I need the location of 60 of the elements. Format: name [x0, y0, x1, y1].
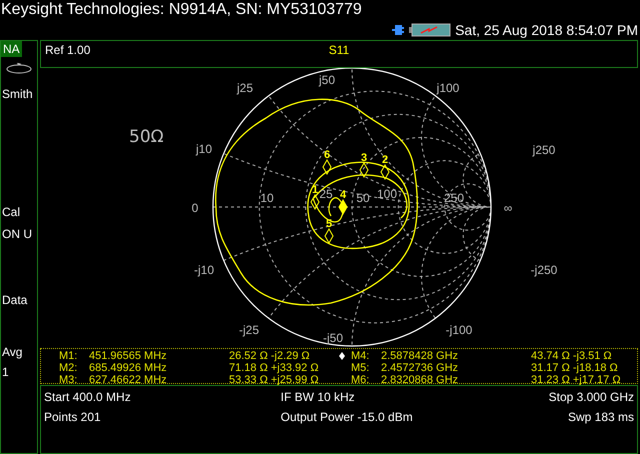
marker-frequency: 2.4572736 GHz — [381, 362, 460, 374]
marker-name: M6: — [351, 374, 370, 386]
sidebar-label: Cal — [1, 204, 22, 221]
reactance-label: -j100 — [446, 322, 472, 337]
marker-frequency: 627.46622 MHz — [89, 374, 168, 386]
reference-label: Ref 1.00 — [45, 43, 90, 57]
reactance-label: -j10 — [194, 262, 214, 277]
reactance-label: j25 — [237, 80, 253, 95]
sidebar-label: Data — [1, 292, 28, 309]
marker-impedance: 31.23 Ω +j17.17 Ω — [530, 374, 622, 386]
marker-number: 6 — [324, 148, 330, 161]
reactance-label: j250 — [532, 142, 556, 157]
reactance-label: j10 — [196, 142, 212, 156]
marker-number: 2 — [382, 154, 388, 166]
if-bandwidth: IF BW 10 kHz — [280, 390, 355, 406]
marker-impedance: 26.52 Ω -j2.29 Ω — [228, 350, 311, 362]
marker-impedance: 43.74 Ω -j3.51 Ω — [530, 350, 613, 362]
marker-name: M5: — [351, 362, 370, 374]
output-power: Output Power -15.0 dBm — [280, 410, 413, 426]
marker-frequency: 685.49926 MHz — [89, 362, 168, 374]
marker-number: 3 — [360, 152, 368, 164]
marker-name: M4: — [351, 350, 370, 362]
marker-frequency: 451.96565 MHz — [89, 350, 168, 362]
window-title: Keysight Technologies: N9914A, SN: MY53103779 — [0, 0, 363, 20]
resistance-label: 0 — [192, 200, 198, 215]
sweep-time: Swp 183 ms — [568, 410, 634, 426]
resistance-label: 50 — [356, 190, 370, 205]
reactance-label: j50 — [319, 72, 335, 87]
reactance-label: -j50 — [323, 330, 343, 345]
reactance-label: -j25 — [239, 322, 259, 337]
sidebar-label: Avg — [1, 344, 24, 361]
sidebar-label: 1 — [1, 364, 10, 381]
sidebar-label: ON U — [1, 226, 33, 243]
points-count: Points 201 — [44, 410, 101, 426]
reactance-label: -j250 — [530, 262, 558, 277]
marker-number: 4 — [340, 188, 346, 201]
marker-impedance: 31.17 Ω -j18.18 Ω — [530, 362, 619, 374]
marker-impedance: 53.33 Ω +j25.99 Ω — [228, 374, 320, 386]
date-time: Sat, 25 Aug 2018 8:54:07 PM — [455, 22, 638, 38]
battery-icon — [409, 23, 452, 37]
power-plug-icon — [391, 23, 406, 37]
sidebar-label: Smith — [1, 86, 34, 103]
resistance-label: 100 — [376, 186, 398, 201]
marker-name: M3: — [59, 374, 78, 386]
marker-frequency: 2.8320868 GHz — [381, 374, 460, 386]
marker-name: M1: — [59, 350, 78, 362]
start-frequency: Start 400.0 MHz — [44, 390, 131, 406]
resistance-label: ∞ — [504, 200, 512, 215]
marker-frequency: 2.5878428 GHz — [381, 350, 460, 362]
resistance-label: 25 — [319, 186, 333, 201]
marker-impedance: 71.18 Ω +j33.92 Ω — [228, 362, 320, 374]
mode-label[interactable]: NA — [1, 41, 22, 57]
marker-number: 1 — [312, 184, 318, 196]
trace-parameter: S11 — [328, 43, 350, 57]
resistance-label: 10 — [260, 190, 274, 205]
stop-frequency: Stop 3.000 GHz — [548, 390, 634, 406]
rotate-ellipse-icon — [5, 63, 33, 75]
marker-name: M2: — [59, 362, 78, 374]
impedance-label: 50Ω — [129, 126, 164, 147]
reactance-label: j100 — [436, 80, 460, 95]
